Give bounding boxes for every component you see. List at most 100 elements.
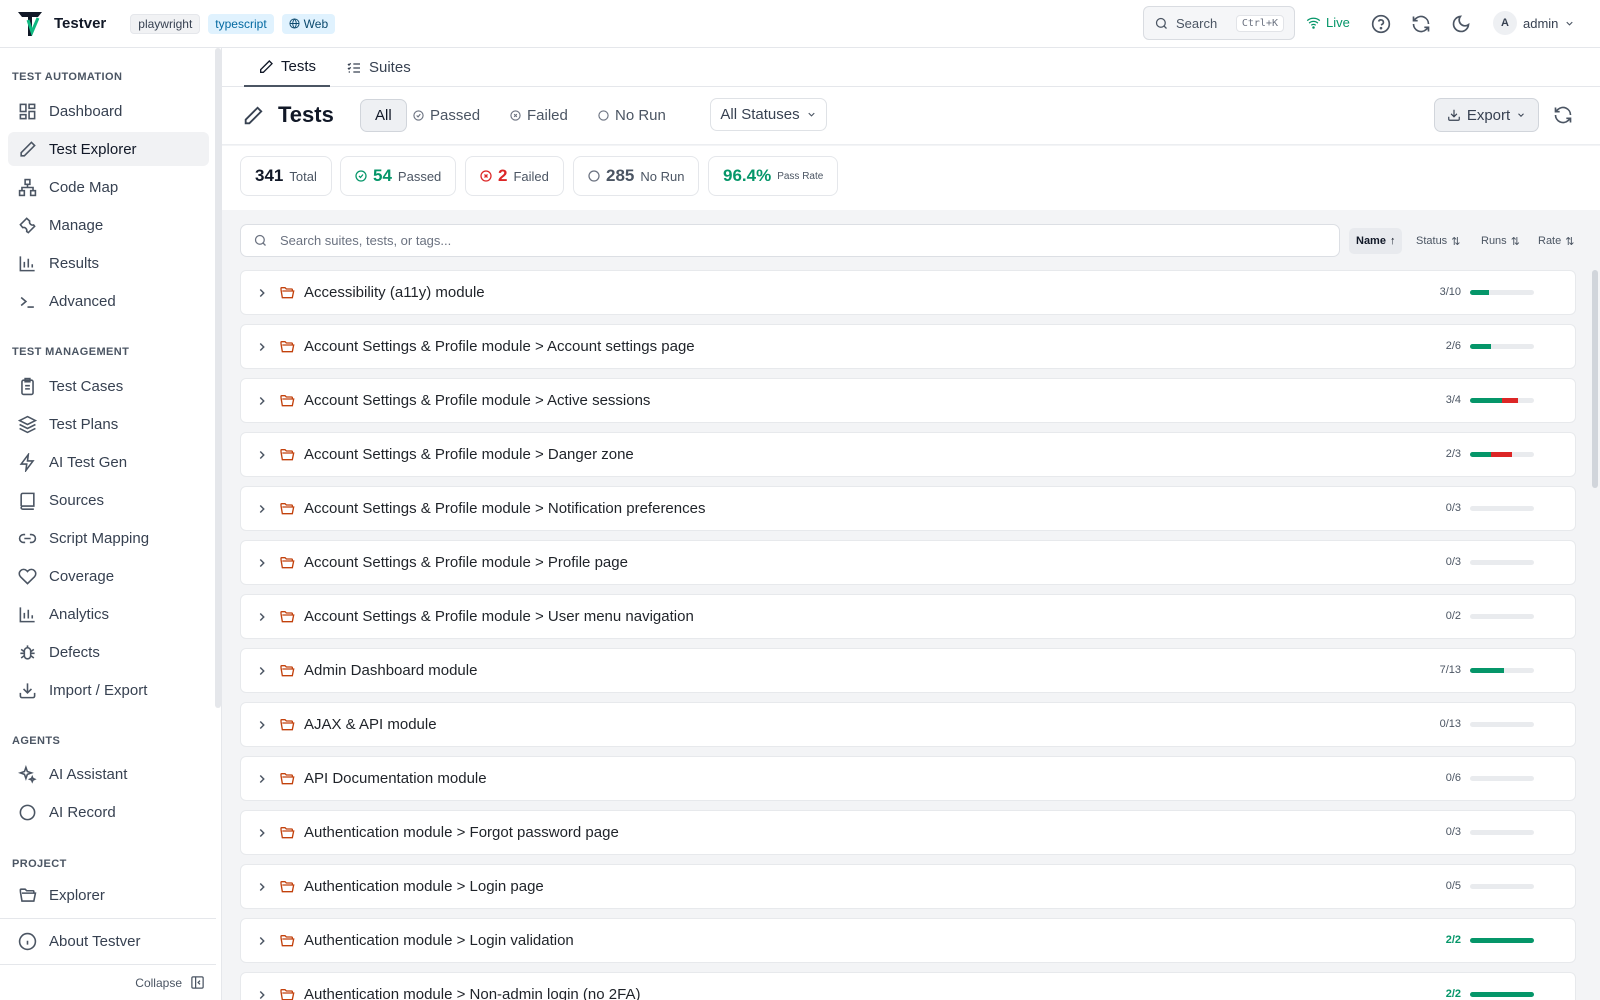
sidebar-item-explorer[interactable]: Explorer <box>8 878 209 912</box>
export-button[interactable]: Export <box>1434 98 1539 132</box>
search-input[interactable] <box>280 233 1280 248</box>
suite-row[interactable]: API Documentation module 0/6 <box>240 756 1576 801</box>
suite-row[interactable]: Account Settings & Profile module > User… <box>240 594 1576 639</box>
suite-name: Account Settings & Profile module > Prof… <box>304 554 628 571</box>
tab-suites[interactable]: Suites <box>346 48 411 87</box>
suite-total-count: 3 <box>1454 556 1461 568</box>
sort-status[interactable]: Status ⇅ <box>1409 228 1467 254</box>
sidebar-item-test-plans[interactable]: Test Plans <box>8 407 209 441</box>
suite-row[interactable]: Authentication module > Forgot password … <box>240 810 1576 855</box>
platform-label: Web <box>303 16 329 31</box>
brand[interactable]: Testver <box>16 10 106 38</box>
sidebar-item-advanced[interactable]: Advanced <box>8 284 209 318</box>
sidebar-item-label: Test Explorer <box>49 140 137 158</box>
chevron-right-icon[interactable] <box>255 610 269 624</box>
main-scrollbar[interactable] <box>1592 270 1598 488</box>
sort-name[interactable]: Name ↑ <box>1349 228 1403 254</box>
sidebar-item-manage[interactable]: Manage <box>8 208 209 242</box>
stat-no-run: 285 No Run <box>573 156 700 196</box>
sidebar-item-sources[interactable]: Sources <box>8 483 209 517</box>
record-icon <box>19 804 36 820</box>
global-search-button[interactable]: Search Ctrl+K <box>1143 6 1295 40</box>
chevron-down-icon <box>807 112 815 117</box>
app-name: Testver <box>54 15 107 32</box>
sort-rate[interactable]: Rate ⇅ <box>1531 228 1581 254</box>
suite-row[interactable]: Accessibility (a11y) module 3/10 <box>240 270 1576 315</box>
suite-row[interactable]: Authentication module > Login validation… <box>240 918 1576 963</box>
suite-row[interactable]: AJAX & API module 0/13 <box>240 702 1576 747</box>
suite-total-count: 3 <box>1454 826 1461 838</box>
suite-row[interactable]: Admin Dashboard module 7/13 <box>240 648 1576 693</box>
chevron-right-icon[interactable] <box>255 826 269 840</box>
sidebar-item-dashboard[interactable]: Dashboard <box>8 94 209 128</box>
suite-passed-count: 0 <box>1445 610 1452 622</box>
chevron-right-icon[interactable] <box>255 880 269 894</box>
chevron-right-icon[interactable] <box>255 448 269 462</box>
live-label: Live <box>1326 15 1350 30</box>
chevron-right-icon[interactable] <box>255 394 269 408</box>
suite-name: Authentication module > Login page <box>304 878 544 895</box>
filter-all[interactable]: All <box>360 99 407 132</box>
sidebar-item-test-cases[interactable]: Test Cases <box>8 369 209 403</box>
filter-no-run[interactable]: No Run <box>598 99 666 132</box>
sidebar-scrollbar[interactable] <box>215 48 221 708</box>
suite-row[interactable]: Account Settings & Profile module > Acti… <box>240 378 1576 423</box>
suite-count: 0/6 <box>1445 772 1461 784</box>
sidebar-item-ai-assistant[interactable]: AI Assistant <box>8 757 209 791</box>
chevron-right-icon[interactable] <box>255 340 269 354</box>
stat-value: 341 <box>255 166 284 185</box>
sidebar-item-analytics[interactable]: Analytics <box>8 597 209 631</box>
suite-count: 2/2 <box>1445 934 1461 946</box>
suite-row[interactable]: Account Settings & Profile module > Acco… <box>240 324 1576 369</box>
moon-icon[interactable] <box>1451 14 1471 34</box>
suite-total-count: 13 <box>1448 718 1461 730</box>
suite-total-count: 2 <box>1454 934 1461 946</box>
live-status[interactable]: Live <box>1306 15 1350 30</box>
chevron-right-icon[interactable] <box>255 718 269 732</box>
sparkles-icon <box>18 764 37 784</box>
sidebar-item-test-explorer[interactable]: Test Explorer <box>8 132 209 166</box>
sidebar-item-import-export[interactable]: Import / Export <box>8 673 209 707</box>
user-menu[interactable]: A admin <box>1493 11 1575 35</box>
sidebar-item-coverage[interactable]: Coverage <box>8 559 209 593</box>
suite-progress-bar <box>1470 830 1534 835</box>
stat-value: 96.4% <box>723 166 772 185</box>
sidebar-item-ai-test-gen[interactable]: AI Test Gen <box>8 445 209 479</box>
sidebar-item-ai-record[interactable]: AI Record <box>8 795 209 829</box>
suite-row[interactable]: Account Settings & Profile module > Noti… <box>240 486 1576 531</box>
sidebar-item-defects[interactable]: Defects <box>8 635 209 669</box>
sidebar-item-about[interactable]: About Testver <box>8 924 209 958</box>
sort-runs[interactable]: Runs ⇅ <box>1474 228 1527 254</box>
help-icon[interactable] <box>1371 14 1391 34</box>
progress-pass-segment <box>1470 398 1502 403</box>
filter-failed[interactable]: Failed <box>510 99 568 132</box>
stat-failed: 2 Failed <box>465 156 564 196</box>
suite-row[interactable]: Account Settings & Profile module > Dang… <box>240 432 1576 477</box>
chevron-right-icon[interactable] <box>255 934 269 948</box>
chevron-right-icon[interactable] <box>255 286 269 300</box>
x-circle-icon <box>480 170 492 182</box>
suite-passed-count: 3 <box>1445 394 1452 406</box>
chevron-right-icon[interactable] <box>255 556 269 570</box>
tab-tests[interactable]: Tests <box>244 48 331 87</box>
refresh-icon[interactable] <box>1553 105 1573 125</box>
suite-row[interactable]: Authentication module > Non-admin login … <box>240 972 1576 1000</box>
chevron-down-icon <box>1518 113 1525 117</box>
sidebar-item-label: AI Test Gen <box>49 453 128 471</box>
suite-row[interactable]: Authentication module > Login page 0/5 <box>240 864 1576 909</box>
chevron-right-icon[interactable] <box>255 664 269 678</box>
chevron-right-icon[interactable] <box>255 772 269 786</box>
search-sort-bar: Name ↑ Status ⇅ Runs ⇅ Rate ⇅ <box>222 210 1600 264</box>
sidebar-item-code-map[interactable]: Code Map <box>8 170 209 204</box>
sync-icon[interactable] <box>1411 14 1431 34</box>
status-dropdown[interactable]: All Statuses <box>710 98 827 131</box>
chevron-right-icon[interactable] <box>255 502 269 516</box>
chevron-right-icon[interactable] <box>255 988 269 1000</box>
sidebar-item-script-mapping[interactable]: Script Mapping <box>8 521 209 555</box>
sidebar-item-results[interactable]: Results <box>8 246 209 280</box>
filter-passed[interactable]: Passed <box>413 99 480 132</box>
collapse-sidebar-button[interactable]: Collapse <box>135 975 205 990</box>
suite-total-count: 2 <box>1454 610 1461 622</box>
suite-row[interactable]: Account Settings & Profile module > Prof… <box>240 540 1576 585</box>
heart-icon <box>18 568 37 585</box>
